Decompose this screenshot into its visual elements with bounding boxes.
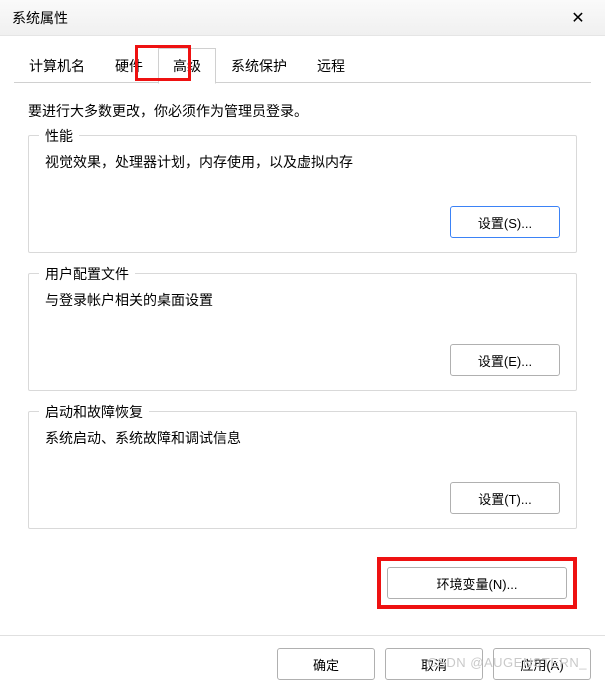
legend-user-profiles: 用户配置文件: [39, 264, 135, 284]
tab-label: 系统保护: [231, 58, 287, 74]
close-icon: ✕: [571, 8, 584, 28]
actions-startup-recovery: 设置(T)...: [45, 482, 560, 514]
tab-label: 计算机名: [29, 58, 85, 74]
dialog-footer: 确定 取消 应用(A): [0, 635, 605, 692]
annotation-highlight-env: 环境变量(N)...: [377, 557, 577, 609]
legend-startup-recovery: 启动和故障恢复: [39, 402, 149, 422]
ok-button[interactable]: 确定: [277, 648, 375, 680]
settings-user-profiles-button[interactable]: 设置(E)...: [450, 344, 560, 376]
settings-performance-button[interactable]: 设置(S)...: [450, 206, 560, 238]
env-row: 环境变量(N)...: [0, 553, 605, 609]
tab-remote[interactable]: 远程: [302, 48, 360, 83]
tab-label: 硬件: [115, 58, 143, 74]
titlebar: 系统属性 ✕: [0, 0, 605, 36]
legend-performance: 性能: [39, 126, 79, 146]
desc-startup-recovery: 系统启动、系统故障和调试信息: [45, 428, 560, 448]
window-title: 系统属性: [12, 8, 68, 28]
tab-advanced[interactable]: 高级: [158, 48, 216, 84]
desc-performance: 视觉效果，处理器计划，内存使用，以及虚拟内存: [45, 152, 560, 172]
fieldset-user-profiles: 用户配置文件 与登录帐户相关的桌面设置 设置(E)...: [28, 273, 577, 391]
cancel-button[interactable]: 取消: [385, 648, 483, 680]
fieldset-startup-recovery: 启动和故障恢复 系统启动、系统故障和调试信息 设置(T)...: [28, 411, 577, 529]
tab-computer-name[interactable]: 计算机名: [14, 48, 100, 83]
desc-user-profiles: 与登录帐户相关的桌面设置: [45, 290, 560, 310]
tab-strip: 计算机名 硬件 高级 系统保护 远程: [0, 36, 605, 83]
tab-content: 要进行大多数更改，你必须作为管理员登录。 性能 视觉效果，处理器计划，内存使用，…: [0, 83, 605, 559]
apply-button[interactable]: 应用(A): [493, 648, 591, 680]
tab-system-protection[interactable]: 系统保护: [216, 48, 302, 83]
actions-performance: 设置(S)...: [45, 206, 560, 238]
fieldset-performance: 性能 视觉效果，处理器计划，内存使用，以及虚拟内存 设置(S)...: [28, 135, 577, 253]
tab-label: 高级: [173, 58, 201, 74]
tab-hardware[interactable]: 硬件: [100, 48, 158, 83]
intro-text: 要进行大多数更改，你必须作为管理员登录。: [28, 101, 577, 121]
actions-user-profiles: 设置(E)...: [45, 344, 560, 376]
tab-label: 远程: [317, 58, 345, 74]
tab-underline: [14, 82, 591, 83]
settings-startup-recovery-button[interactable]: 设置(T)...: [450, 482, 560, 514]
environment-variables-button[interactable]: 环境变量(N)...: [387, 567, 567, 599]
close-button[interactable]: ✕: [563, 3, 593, 33]
